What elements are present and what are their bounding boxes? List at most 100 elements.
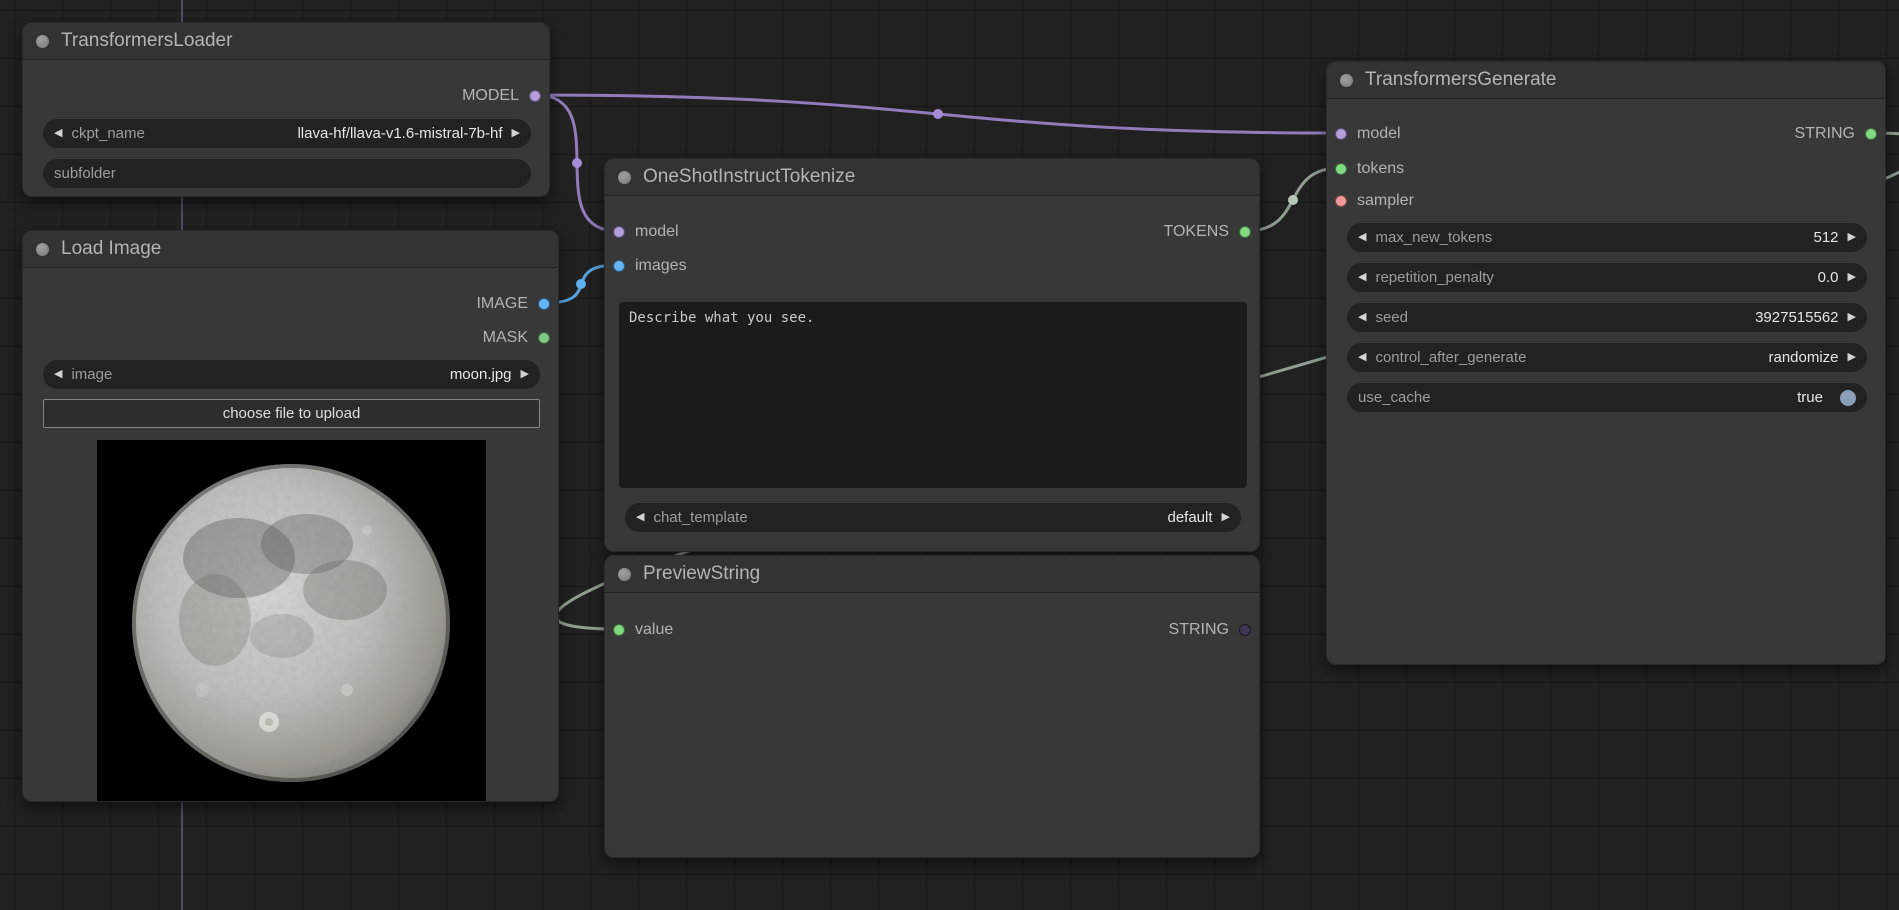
upload-button[interactable]: choose file to upload bbox=[43, 399, 540, 428]
node-title: PreviewString bbox=[643, 563, 760, 585]
widget-name: max_new_tokens bbox=[1375, 229, 1492, 246]
widget-use-cache-toggle[interactable]: use_cache true bbox=[1347, 383, 1867, 412]
prompt-textarea[interactable]: Describe what you see. bbox=[619, 302, 1247, 488]
link-midpoint-dot bbox=[933, 109, 943, 119]
node-title: Load Image bbox=[61, 238, 161, 260]
output-label-model: MODEL bbox=[462, 87, 519, 105]
input-port-model[interactable] bbox=[613, 226, 625, 238]
widget-value: moon.jpg bbox=[450, 366, 512, 383]
combo-right-arrow-icon[interactable] bbox=[1848, 272, 1856, 283]
node-title-bar[interactable]: OneShotInstructTokenize bbox=[605, 159, 1259, 196]
widget-name: image bbox=[71, 366, 112, 383]
combo-left-arrow-icon[interactable] bbox=[54, 369, 62, 380]
widget-ckpt-name[interactable]: ckpt_name llava-hf/llava-v1.6-mistral-7b… bbox=[43, 119, 531, 148]
widget-name: control_after_generate bbox=[1375, 349, 1526, 366]
widget-value: true bbox=[1797, 389, 1823, 406]
node-title-bar[interactable]: Load Image bbox=[23, 231, 558, 268]
input-label-images: images bbox=[635, 257, 687, 275]
widget-value: 512 bbox=[1814, 229, 1839, 246]
input-label-model: model bbox=[635, 223, 679, 241]
widget-chat-template[interactable]: chat_template default bbox=[625, 503, 1241, 532]
node-load-image[interactable]: Load Image IMAGE MASK image moon.jpg cho… bbox=[22, 230, 559, 802]
link-midpoint-dot bbox=[1288, 195, 1298, 205]
widget-repetition-penalty[interactable]: repetition_penalty 0.0 bbox=[1347, 263, 1867, 292]
combo-right-arrow-icon[interactable] bbox=[512, 128, 520, 139]
combo-left-arrow-icon[interactable] bbox=[1358, 232, 1366, 243]
input-port-model[interactable] bbox=[1335, 128, 1347, 140]
node-title-bar[interactable]: TransformersGenerate bbox=[1327, 62, 1885, 99]
slot-row: model TOKENS bbox=[605, 220, 1259, 244]
collapse-dot-icon[interactable] bbox=[618, 171, 631, 184]
node-transformers-loader[interactable]: TransformersLoader MODEL ckpt_name llava… bbox=[22, 22, 550, 197]
node-oneshot-instruct-tokenize[interactable]: OneShotInstructTokenize model TOKENS ima… bbox=[604, 158, 1260, 552]
node-title: TransformersGenerate bbox=[1365, 69, 1556, 91]
widget-seed[interactable]: seed 3927515562 bbox=[1347, 303, 1867, 332]
slot-row: sampler bbox=[1327, 189, 1885, 213]
widget-name: seed bbox=[1375, 309, 1408, 326]
combo-right-arrow-icon[interactable] bbox=[1222, 512, 1230, 523]
widget-subfolder[interactable]: subfolder bbox=[43, 159, 531, 188]
input-label-model: model bbox=[1357, 125, 1401, 143]
input-label-tokens: tokens bbox=[1357, 160, 1404, 178]
node-title: OneShotInstructTokenize bbox=[643, 166, 855, 188]
node-title-bar[interactable]: PreviewString bbox=[605, 556, 1259, 593]
node-preview-string[interactable]: PreviewString value STRING bbox=[604, 555, 1260, 858]
combo-left-arrow-icon[interactable] bbox=[1358, 312, 1366, 323]
slot-row: MASK bbox=[23, 326, 558, 350]
input-port-images[interactable] bbox=[613, 260, 625, 272]
toggle-knob-icon[interactable] bbox=[1840, 390, 1856, 406]
slot-row: MODEL bbox=[23, 84, 549, 108]
collapse-dot-icon[interactable] bbox=[36, 35, 49, 48]
combo-left-arrow-icon[interactable] bbox=[54, 128, 62, 139]
widget-name: chat_template bbox=[653, 509, 747, 526]
input-label-value: value bbox=[635, 621, 673, 639]
output-port-model[interactable] bbox=[529, 90, 541, 102]
collapse-dot-icon[interactable] bbox=[1340, 74, 1353, 87]
slot-row: value STRING bbox=[605, 618, 1259, 642]
output-label-string: STRING bbox=[1169, 621, 1229, 639]
widget-value: default bbox=[1167, 509, 1212, 526]
link-midpoint-dot bbox=[572, 158, 582, 168]
output-port-image[interactable] bbox=[538, 298, 550, 310]
slot-row: tokens bbox=[1327, 157, 1885, 181]
input-label-sampler: sampler bbox=[1357, 192, 1414, 210]
widget-control-after-generate[interactable]: control_after_generate randomize bbox=[1347, 343, 1867, 372]
slot-row: model STRING bbox=[1327, 122, 1885, 146]
widget-name: repetition_penalty bbox=[1375, 269, 1493, 286]
output-port-mask[interactable] bbox=[538, 332, 550, 344]
node-title: TransformersLoader bbox=[61, 30, 232, 52]
widget-name: use_cache bbox=[1358, 389, 1431, 406]
link-midpoint-dot bbox=[576, 279, 586, 289]
slot-row: images bbox=[605, 254, 1259, 278]
input-port-value[interactable] bbox=[613, 624, 625, 636]
output-port-string[interactable] bbox=[1865, 128, 1877, 140]
widget-name: subfolder bbox=[54, 165, 116, 182]
output-port-string[interactable] bbox=[1239, 624, 1251, 636]
output-label-tokens: TOKENS bbox=[1164, 223, 1230, 241]
combo-right-arrow-icon[interactable] bbox=[521, 369, 529, 380]
widget-value: 0.0 bbox=[1818, 269, 1839, 286]
collapse-dot-icon[interactable] bbox=[618, 568, 631, 581]
combo-left-arrow-icon[interactable] bbox=[636, 512, 644, 523]
node-title-bar[interactable]: TransformersLoader bbox=[23, 23, 549, 60]
widget-name: ckpt_name bbox=[71, 125, 144, 142]
widget-value: llava-hf/llava-v1.6-mistral-7b-hf bbox=[297, 125, 502, 142]
moon-image-preview bbox=[97, 440, 486, 801]
node-transformers-generate[interactable]: TransformersGenerate model STRING tokens… bbox=[1326, 61, 1886, 665]
input-port-tokens[interactable] bbox=[1335, 163, 1347, 175]
widget-max-new-tokens[interactable]: max_new_tokens 512 bbox=[1347, 223, 1867, 252]
output-port-tokens[interactable] bbox=[1239, 226, 1251, 238]
combo-right-arrow-icon[interactable] bbox=[1848, 312, 1856, 323]
node-graph-canvas[interactable]: TransformersLoader MODEL ckpt_name llava… bbox=[0, 0, 1899, 910]
collapse-dot-icon[interactable] bbox=[36, 243, 49, 256]
combo-right-arrow-icon[interactable] bbox=[1848, 352, 1856, 363]
widget-value: randomize bbox=[1768, 349, 1838, 366]
slot-row: IMAGE bbox=[23, 292, 558, 316]
combo-right-arrow-icon[interactable] bbox=[1848, 232, 1856, 243]
widget-value: 3927515562 bbox=[1755, 309, 1838, 326]
widget-image-select[interactable]: image moon.jpg bbox=[43, 360, 540, 389]
input-port-sampler[interactable] bbox=[1335, 195, 1347, 207]
combo-left-arrow-icon[interactable] bbox=[1358, 272, 1366, 283]
output-label-string: STRING bbox=[1795, 125, 1855, 143]
combo-left-arrow-icon[interactable] bbox=[1358, 352, 1366, 363]
